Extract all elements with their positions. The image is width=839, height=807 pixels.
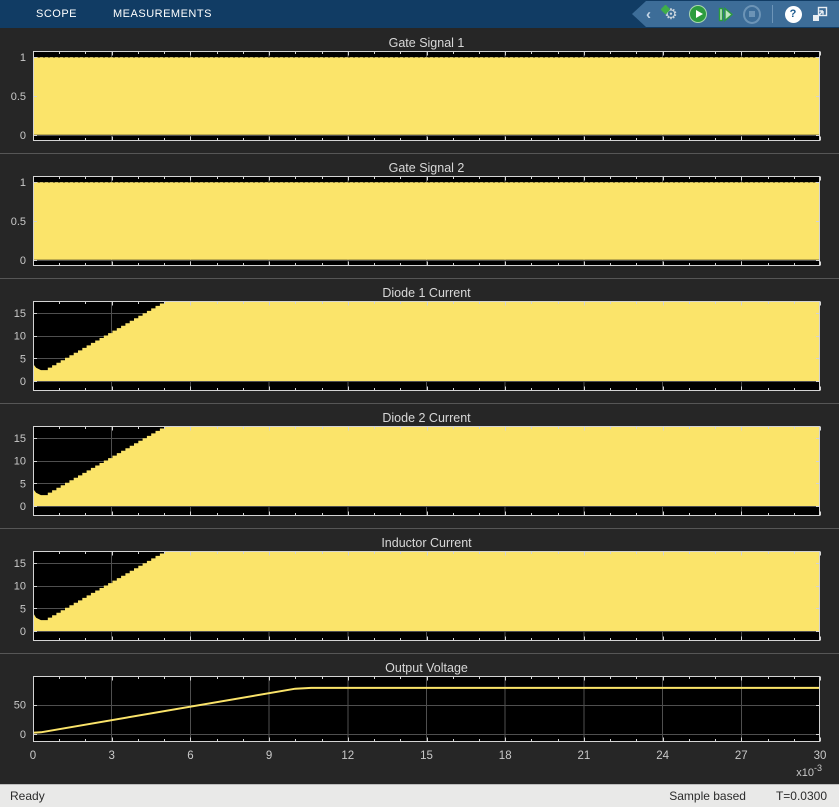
status-sample-mode: Sample based (669, 789, 746, 803)
diode-2-current-plot[interactable]: 0 5 10 15 (0, 426, 839, 528)
plot-title: Inductor Current (381, 536, 472, 550)
help-icon: ? (784, 5, 802, 23)
svg-text:27: 27 (735, 750, 748, 762)
svg-text:5: 5 (20, 353, 26, 365)
svg-text:0: 0 (20, 626, 26, 638)
stop-icon (749, 11, 755, 17)
collapse-chevron-icon[interactable]: ‹ (646, 7, 651, 22)
step-forward-button[interactable] (716, 5, 734, 23)
help-button[interactable]: ? (784, 5, 802, 23)
subplot-gate-signal-1: Gate Signal 1 0 0.5 1 (0, 28, 839, 153)
subplot-output-voltage: Output Voltage 0 50 0 3 6 9 12 15 18 21 24 27 30 x10-… (0, 653, 839, 784)
tab-scope[interactable]: SCOPE (18, 0, 95, 28)
inductor-current-plot[interactable]: 0 5 10 15 (0, 551, 839, 653)
svg-text:12: 12 (341, 750, 354, 762)
svg-text:30: 30 (814, 750, 827, 762)
svg-text:6: 6 (187, 750, 193, 762)
plot-title: Gate Signal 2 (388, 161, 465, 175)
svg-text:5: 5 (20, 478, 26, 490)
output-voltage-plot[interactable]: 0 50 0 3 6 9 12 15 18 21 24 27 30x10-3 (0, 676, 839, 784)
svg-text:0: 0 (20, 501, 26, 513)
svg-text:10: 10 (14, 331, 26, 343)
run-button[interactable] (689, 5, 707, 23)
svg-text:10: 10 (14, 581, 26, 593)
svg-text:9: 9 (266, 750, 272, 762)
svg-text:1: 1 (20, 177, 26, 189)
svg-text:5: 5 (20, 603, 26, 615)
svg-text:0: 0 (20, 376, 26, 388)
svg-text:50: 50 (14, 700, 26, 712)
plot-title: Diode 1 Current (382, 286, 471, 300)
diode-1-current-plot[interactable]: 0 5 10 15 (0, 301, 839, 403)
svg-text:18: 18 (499, 750, 512, 762)
subplot-inductor-current: Inductor Current 0 5 10 15 (0, 528, 839, 653)
play-icon (695, 10, 703, 18)
subplot-diode-1-current: Diode 1 Current 0 5 10 15 (0, 278, 839, 403)
svg-text:15: 15 (14, 433, 26, 445)
status-bar: Ready Sample based T=0.0300 (0, 784, 839, 807)
svg-text:15: 15 (14, 558, 26, 570)
plot-title: Diode 2 Current (382, 411, 471, 425)
status-sim-time: T=0.0300 (775, 789, 827, 803)
svg-text:0.5: 0.5 (11, 91, 26, 103)
tab-measurements[interactable]: MEASUREMENTS (95, 0, 230, 28)
plot-title: Output Voltage (385, 661, 468, 675)
subplot-gate-signal-2: Gate Signal 2 0 0.5 1 (0, 153, 839, 278)
svg-text:0: 0 (30, 750, 36, 762)
toolbar-separator (772, 5, 773, 23)
svg-text:0: 0 (20, 255, 26, 267)
gate-signal-1-plot[interactable]: 00.51 (0, 51, 839, 153)
subplot-diode-2-current: Diode 2 Current 0 5 10 15 (0, 403, 839, 528)
stop-button[interactable] (743, 4, 761, 24)
svg-text:15: 15 (14, 308, 26, 320)
step-forward-icon (718, 6, 733, 22)
dock-button[interactable] (811, 5, 829, 23)
status-message: Ready (10, 789, 45, 803)
svg-text:15: 15 (420, 750, 433, 762)
svg-text:10: 10 (14, 456, 26, 468)
svg-text:0: 0 (20, 729, 26, 741)
dock-icon (813, 6, 828, 21)
toolstrip: SCOPE MEASUREMENTS ‹ ⚙ ? (0, 0, 839, 28)
svg-text:x10-3: x10-3 (796, 763, 822, 779)
plot-title: Gate Signal 1 (388, 36, 465, 50)
svg-text:24: 24 (656, 750, 669, 762)
svg-text:3: 3 (108, 750, 114, 762)
svg-text:1: 1 (20, 52, 26, 64)
gate-signal-2-plot[interactable]: 00.51 (0, 176, 839, 278)
quick-access-toolbar: ‹ ⚙ ? (632, 1, 839, 27)
svg-text:0: 0 (20, 130, 26, 142)
svg-text:21: 21 (578, 750, 591, 762)
scope-settings-icon[interactable]: ⚙ (660, 4, 680, 23)
svg-text:0.5: 0.5 (11, 216, 26, 228)
